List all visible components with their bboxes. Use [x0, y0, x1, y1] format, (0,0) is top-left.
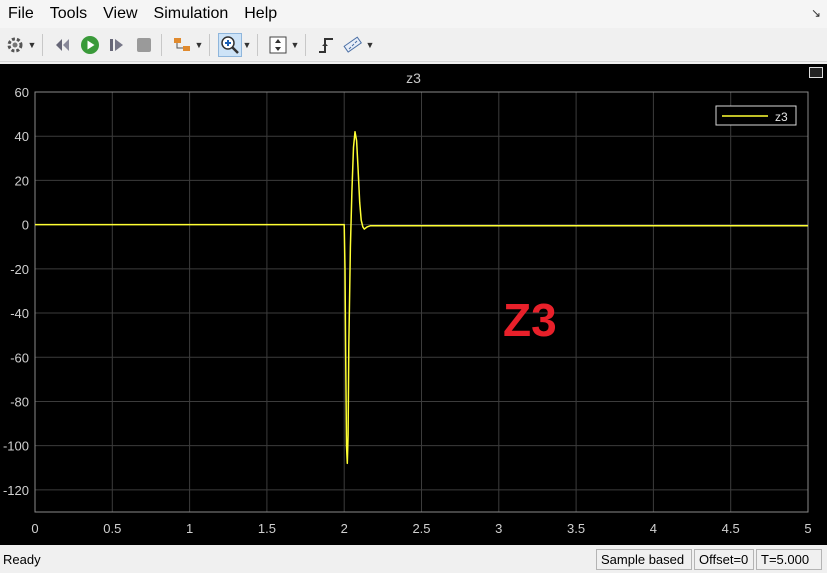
menu-file[interactable]: File [0, 0, 42, 28]
status-offset: Offset=0 [694, 549, 754, 570]
y-tick-label: -100 [3, 439, 29, 454]
step-back-icon[interactable] [51, 33, 75, 57]
status-bar: Ready Sample based Offset=0 T=5.000 [0, 546, 827, 573]
x-tick-label: 0 [31, 521, 38, 536]
step-forward-icon[interactable] [105, 33, 129, 57]
y-tick-label: 60 [15, 85, 29, 100]
y-tick-label: 40 [15, 129, 29, 144]
menu-bar: File Tools View Simulation Help ↘ [0, 0, 827, 28]
legend: z3 [715, 105, 797, 126]
stop-icon[interactable] [132, 33, 156, 57]
triggers-icon[interactable] [314, 33, 338, 57]
x-tick-label: 1 [186, 521, 193, 536]
status-ready: Ready [3, 552, 41, 567]
status-sample-mode: Sample based [596, 549, 692, 570]
settings-gear-icon[interactable] [3, 33, 27, 57]
x-tick-label: 0.5 [103, 521, 121, 536]
menu-help[interactable]: Help [236, 0, 285, 28]
autoscale-icon[interactable] [266, 33, 290, 57]
y-tick-label: -40 [10, 306, 29, 321]
x-tick-label: 4.5 [722, 521, 740, 536]
toolbar-separator [161, 34, 162, 56]
x-tick-label: 4 [650, 521, 657, 536]
x-tick-label: 2 [341, 521, 348, 536]
x-tick-label: 5 [804, 521, 811, 536]
legend-label: z3 [775, 110, 788, 124]
cursor-measurements-icon[interactable] [341, 33, 365, 57]
highlight-block-icon[interactable] [170, 33, 194, 57]
x-tick-label: 2.5 [412, 521, 430, 536]
x-tick-label: 3 [495, 521, 502, 536]
zoom-dropdown-icon[interactable]: ▼ [242, 40, 252, 50]
y-tick-label: -80 [10, 394, 29, 409]
status-time: T=5.000 [756, 549, 822, 570]
settings-dropdown-icon[interactable]: ▼ [27, 40, 37, 50]
toolbar: ▼ ▼ ▼ ▼ ▼ [0, 29, 827, 62]
menu-simulation[interactable]: Simulation [146, 0, 237, 28]
x-tick-label: 1.5 [258, 521, 276, 536]
overlay-annotation: Z3 [503, 294, 557, 346]
menu-view[interactable]: View [95, 0, 145, 28]
toolbar-separator [42, 34, 43, 56]
zoom-in-icon[interactable] [218, 33, 242, 57]
toolbar-separator [209, 34, 210, 56]
y-tick-label: -20 [10, 262, 29, 277]
scope-plot-area[interactable]: z3 60 40 20 0 -20 -40 -60 -80 -100 -120 0 0.5 1 1.5 2… [0, 64, 827, 545]
scope-chart: 60 40 20 0 -20 -40 -60 -80 -100 -120 0 0.5 1 1.5 2 2.5… [3, 85, 812, 536]
toolbar-separator [257, 34, 258, 56]
dock-arrow-icon[interactable]: ↘ [811, 6, 821, 20]
x-tick-label: 3.5 [567, 521, 585, 536]
y-tick-label: 0 [22, 218, 29, 233]
y-tick-label: 20 [15, 173, 29, 188]
menu-tools[interactable]: Tools [42, 0, 95, 28]
run-icon[interactable] [78, 33, 102, 57]
y-tick-label: -60 [10, 350, 29, 365]
toolbar-separator [305, 34, 306, 56]
y-tick-label: -120 [3, 483, 29, 498]
highlight-dropdown-icon[interactable]: ▼ [194, 40, 204, 50]
autoscale-dropdown-icon[interactable]: ▼ [290, 40, 300, 50]
measurements-dropdown-icon[interactable]: ▼ [365, 40, 375, 50]
